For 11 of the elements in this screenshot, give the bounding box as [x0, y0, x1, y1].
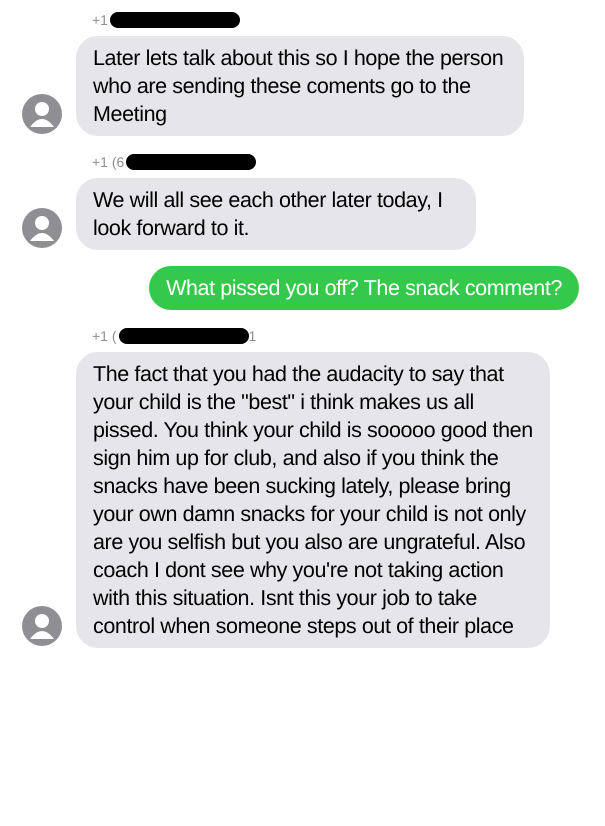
avatar-icon: [22, 208, 62, 248]
message-bubble: The fact that you had the audacity to say that your child is the "best" i think makes us all pissed. You think your child is sooooo good then sign him up for club, and also if you think the snacks have been sucking lately, please bring your own damn snacks for your child is not only are you selfish but you also are ungrateful. Also coach I dont see why you're not taking action with this situation. Isnt this your job to take control when someone steps out of their place: [76, 352, 550, 648]
avatar-icon: [22, 94, 62, 134]
sender-number: +1 (6: [92, 154, 124, 170]
avatar-icon: [22, 606, 62, 646]
message-bubble: Later lets talk about this so I hope the person who are sending these coments go to the Meeting: [76, 36, 524, 136]
sender-number: 1: [248, 328, 256, 344]
message-bubble: What pissed you off? The snack comment?: [149, 266, 579, 310]
message-bubble: We will all see each other later today, I look forward to it.: [76, 178, 476, 250]
sender-number: +1: [92, 12, 108, 28]
sender-number: +1 (: [92, 328, 117, 344]
